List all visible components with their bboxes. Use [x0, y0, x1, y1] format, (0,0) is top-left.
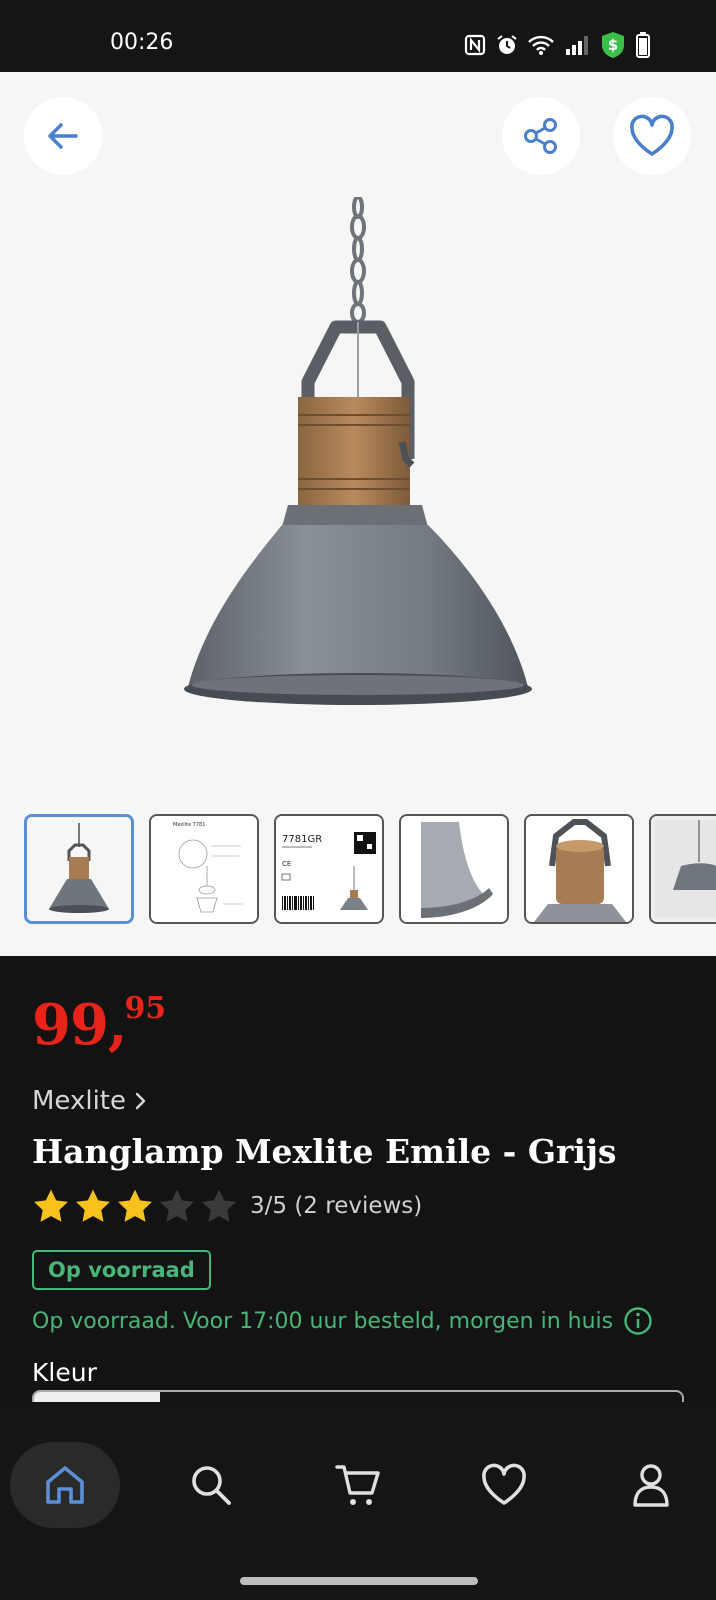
thumbnail-strip: Mexlite 7781 7781GR CE: [24, 814, 716, 926]
brand-link[interactable]: Mexlite: [32, 1086, 148, 1116]
status-bar: 00:26 $: [0, 0, 716, 72]
thumbnail-4[interactable]: [399, 814, 509, 924]
bottom-nav: [0, 1402, 716, 1600]
price-main: 99,: [32, 992, 127, 1058]
price: 99,95: [32, 991, 167, 1058]
nav-home[interactable]: [10, 1442, 120, 1528]
thumbnail-1[interactable]: [24, 814, 134, 924]
nav-search[interactable]: [156, 1442, 266, 1528]
product-main-image[interactable]: [176, 197, 540, 797]
info-icon[interactable]: [623, 1306, 653, 1336]
favorite-button[interactable]: [613, 97, 691, 175]
thumbnail-5[interactable]: [524, 814, 634, 924]
user-icon: [633, 1464, 669, 1507]
color-option-selected[interactable]: [34, 1392, 160, 1402]
brand-name: Mexlite: [32, 1086, 126, 1116]
delivery-info: Op voorraad. Voor 17:00 uur besteld, mor…: [32, 1306, 653, 1336]
product-title: Hanglamp Mexlite Emile - Grijs: [32, 1132, 617, 1171]
price-cents: 95: [124, 991, 167, 1026]
home-icon: [46, 1466, 84, 1504]
nav-favorites[interactable]: [449, 1442, 559, 1528]
search-icon: [192, 1466, 231, 1505]
color-label: Kleur: [32, 1358, 97, 1387]
star-icon: [118, 1189, 152, 1222]
home-indicator[interactable]: [240, 1577, 478, 1585]
shield-dollar-icon: $: [602, 32, 624, 58]
chevron-right-icon: [135, 1092, 146, 1110]
svg-text:CE: CE: [282, 860, 291, 868]
signal-icon: [566, 36, 588, 55]
cart-icon: [335, 1465, 380, 1505]
svg-text:Mexlite 7781: Mexlite 7781: [173, 822, 205, 828]
nav-cart[interactable]: [303, 1442, 413, 1528]
svg-text:$: $: [608, 36, 618, 54]
svg-text:7781GR: 7781GR: [282, 834, 322, 845]
thumbnail-3[interactable]: 7781GR CE: [274, 814, 384, 924]
nfc-icon: [464, 34, 486, 56]
battery-icon: [636, 32, 650, 58]
status-icons: $: [464, 30, 650, 60]
heart-icon: [630, 114, 674, 156]
heart-icon: [482, 1463, 526, 1505]
alarm-icon: [497, 35, 517, 54]
share-button[interactable]: [502, 97, 580, 175]
star-empty-icon: [202, 1189, 236, 1222]
star-empty-icon: [160, 1189, 194, 1222]
status-time: 00:26: [110, 30, 174, 55]
thumbnail-2[interactable]: Mexlite 7781: [149, 814, 259, 924]
star-icon: [34, 1189, 68, 1222]
product-info: 99,95 Mexlite Hanglamp Mexlite Emile - G…: [0, 956, 716, 1402]
back-button[interactable]: [24, 97, 102, 175]
color-selector[interactable]: [32, 1390, 684, 1402]
share-icon: [524, 118, 557, 154]
arrow-left-icon: [48, 123, 78, 149]
rating-text: 3/5 (2 reviews): [250, 1193, 423, 1219]
stock-badge: Op voorraad: [32, 1250, 211, 1290]
product-image-area: Mexlite 7781 7781GR CE: [0, 72, 716, 956]
delivery-text: Op voorraad. Voor 17:00 uur besteld, mor…: [32, 1308, 614, 1334]
nav-account[interactable]: [596, 1442, 706, 1528]
wifi-icon: [528, 35, 554, 55]
thumbnail-6[interactable]: [649, 814, 716, 924]
rating[interactable]: 3/5 (2 reviews): [32, 1188, 422, 1224]
star-icon: [76, 1189, 110, 1222]
